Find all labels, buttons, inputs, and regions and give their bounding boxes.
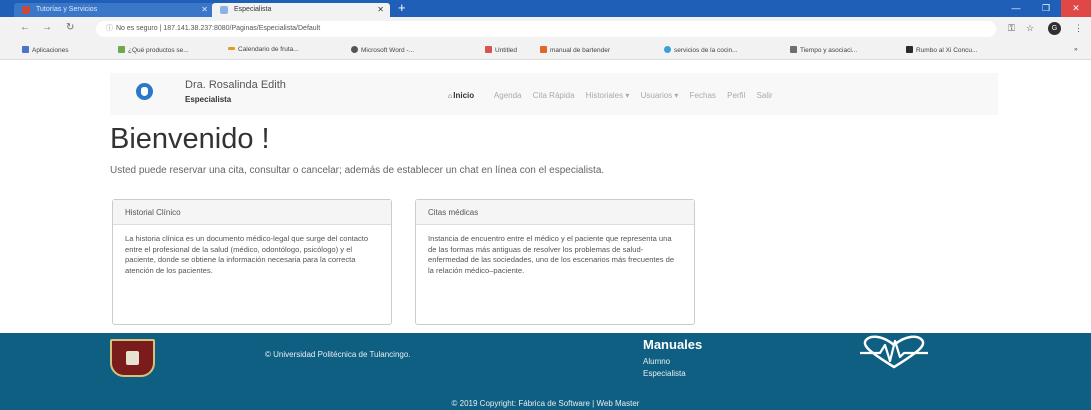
tab-favicon-icon xyxy=(220,6,228,14)
page-title: Bienvenido ! xyxy=(110,123,270,155)
bookmark-favicon-icon xyxy=(351,46,358,53)
tab-favicon-icon xyxy=(22,6,30,14)
minimize-icon[interactable]: — xyxy=(1001,0,1031,17)
info-icon[interactable]: ⓘ xyxy=(106,25,113,32)
university-credit: © Universidad Politécnica de Tulancingo. xyxy=(265,350,411,359)
bookmark-favicon-icon xyxy=(790,46,797,53)
maximize-icon[interactable]: ❐ xyxy=(1031,0,1061,17)
bookmark-label: Aplicaciones xyxy=(32,47,69,54)
bookmark-item[interactable]: Untitled xyxy=(485,46,517,54)
bookmark-label: Rumbo al Xi Concu... xyxy=(916,47,978,54)
card-heading: Historial Clínico xyxy=(113,200,391,225)
reload-icon[interactable]: ↻ xyxy=(66,22,74,33)
bookmark-favicon-icon xyxy=(664,46,671,53)
main-menu: ⌂Inicio Agenda Cita Rápida Historiales ▾… xyxy=(448,91,782,100)
nav-perfil[interactable]: Perfil xyxy=(727,91,745,100)
tab-label: Tutorías y Servicios xyxy=(36,6,98,13)
brand-name[interactable]: Dra. Rosalinda Edith xyxy=(185,79,286,91)
nav-agenda[interactable]: Agenda xyxy=(494,91,522,100)
manual-alumno-link[interactable]: Alumno xyxy=(643,357,670,366)
nav-salir[interactable]: Salir xyxy=(757,91,773,100)
star-icon[interactable]: ☆ xyxy=(1026,23,1034,34)
nav-usuarios-dropdown[interactable]: Usuarios ▾ xyxy=(641,91,679,100)
profile-avatar[interactable]: G xyxy=(1048,22,1061,35)
bookmark-item[interactable]: Rumbo al Xi Concu... xyxy=(906,46,977,54)
close-window-icon[interactable]: ✕ xyxy=(1061,0,1091,17)
nav-label: Inicio xyxy=(453,91,475,100)
nav-inicio[interactable]: ⌂Inicio xyxy=(448,91,483,100)
heartbeat-icon xyxy=(860,335,928,369)
key-icon[interactable]: ⚿ xyxy=(1008,23,1015,34)
bookmark-item[interactable]: Tiempo y asociaci... xyxy=(790,46,857,54)
card-citas-medicas: Citas médicas Instancia de encuentro ent… xyxy=(415,199,695,325)
address-bar: ← → ↻ ⓘ No es seguro | 187.141.38.237:808… xyxy=(0,17,1091,42)
page-content: Dra. Rosalinda Edith Especialista ⌂Inici… xyxy=(0,61,1091,333)
apps-icon xyxy=(22,46,29,53)
brand-role: Especialista xyxy=(185,95,232,104)
back-icon[interactable]: ← xyxy=(20,22,30,33)
new-tab-icon[interactable]: + xyxy=(398,1,406,15)
card-historial-clinico: Historial Clínico La historia clínica es… xyxy=(112,199,392,325)
bookmark-item[interactable]: servicios de la cocin... xyxy=(664,46,738,54)
bookmark-label: Untitled xyxy=(495,47,518,54)
bookmark-favicon-icon xyxy=(118,46,125,53)
bookmark-apps[interactable]: Aplicaciones xyxy=(22,46,69,54)
site-navbar: Dra. Rosalinda Edith Especialista ⌂Inici… xyxy=(110,73,998,115)
copyright-text: © 2019 Copyright: Fábrica de Software | … xyxy=(451,399,640,408)
card-body: Instancia de encuentro entre el médico y… xyxy=(428,234,675,275)
home-icon: ⌂ xyxy=(448,93,453,100)
menu-kebab-icon[interactable]: ⋮ xyxy=(1074,23,1083,34)
bookmark-label: servicios de la cocin... xyxy=(674,47,738,54)
university-crest-logo xyxy=(110,339,155,377)
manuals-heading: Manuales xyxy=(643,337,703,352)
nav-fechas[interactable]: Fechas xyxy=(690,91,716,100)
close-tab-icon[interactable]: ✕ xyxy=(201,3,208,17)
bookmark-item[interactable]: Microsoft Word -... xyxy=(351,46,414,54)
tab-label: Especialista xyxy=(234,6,272,13)
bookmark-label: ¿Qué productos se... xyxy=(128,47,189,54)
bookmark-label: Calendario de fruta... xyxy=(238,46,299,53)
site-footer: © Universidad Politécnica de Tulancingo.… xyxy=(0,333,1091,410)
url-text: No es seguro | 187.141.38.237:8080/Pagin… xyxy=(116,25,321,32)
bookmark-favicon-icon xyxy=(540,46,547,53)
bookmark-label: Microsoft Word -... xyxy=(361,47,414,54)
lead-text: Usted puede reservar una cita, consultar… xyxy=(110,165,605,176)
bookmark-item[interactable]: ¿Qué productos se... xyxy=(118,46,189,54)
bookmarks-bar: Aplicaciones ¿Qué productos se... Calend… xyxy=(0,42,1091,60)
bookmark-item[interactable]: Calendario de fruta... xyxy=(228,46,299,53)
nav-cita-rapida[interactable]: Cita Rápida xyxy=(533,91,575,100)
bookmark-label: Tiempo y asociaci... xyxy=(800,47,858,54)
card-body: La historia clínica es un documento médi… xyxy=(125,234,369,275)
nav-historiales-dropdown[interactable]: Historiales ▾ xyxy=(586,91,630,100)
browser-tab-especialista[interactable]: Especialista ✕ xyxy=(212,3,390,17)
more-bookmarks-icon[interactable]: » xyxy=(1074,46,1078,53)
tooth-logo-icon[interactable] xyxy=(136,83,153,100)
url-input[interactable]: ⓘ No es seguro | 187.141.38.237:8080/Pagi… xyxy=(96,21,996,37)
bookmark-favicon-icon xyxy=(485,46,492,53)
bookmark-favicon-icon xyxy=(906,46,913,53)
browser-tab-strip: Tutorías y Servicios ✕ Especialista ✕ + … xyxy=(0,0,1091,17)
bookmark-label: manual de bartender xyxy=(550,47,610,54)
close-tab-icon[interactable]: ✕ xyxy=(377,3,384,17)
window-controls: — ❐ ✕ xyxy=(1001,0,1091,17)
bookmark-favicon-icon xyxy=(228,47,235,50)
manual-especialista-link[interactable]: Especialista xyxy=(643,369,686,378)
browser-tab-tutorias[interactable]: Tutorías y Servicios ✕ xyxy=(14,3,214,17)
forward-icon[interactable]: → xyxy=(42,22,52,33)
card-heading: Citas médicas xyxy=(416,200,694,225)
bookmark-item[interactable]: manual de bartender xyxy=(540,46,610,54)
